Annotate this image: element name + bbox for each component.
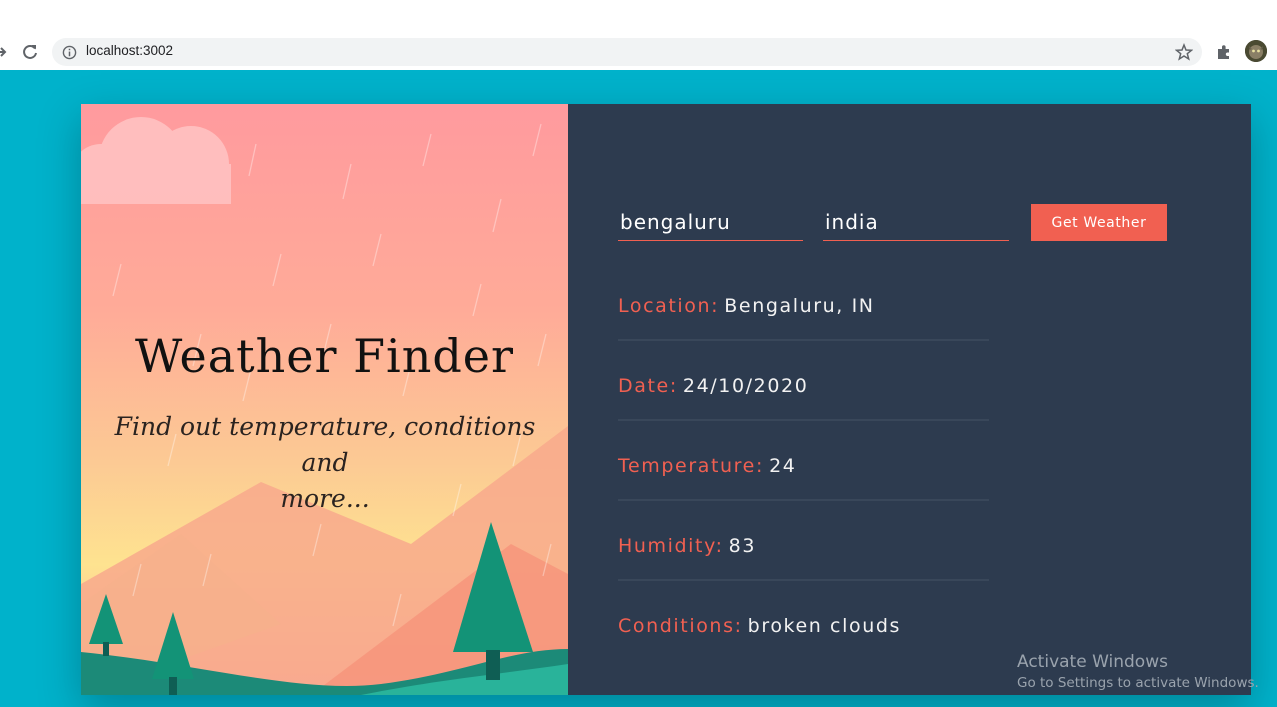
result-label: Location:	[618, 295, 720, 317]
city-input[interactable]	[618, 206, 807, 238]
result-date: Date: 24/10/2020	[618, 369, 989, 421]
result-conditions: Conditions: broken clouds	[618, 609, 989, 659]
app-card: Weather Finder Find out temperature, con…	[81, 104, 1251, 695]
subtitle-line-1: Find out temperature, conditions and	[114, 412, 536, 477]
result-value: Bengaluru, IN	[724, 295, 875, 317]
result-label: Temperature:	[618, 455, 764, 477]
country-field[interactable]	[823, 206, 1013, 241]
url-text[interactable]: localhost:3002	[86, 43, 173, 58]
window-top-strip	[0, 0, 1277, 36]
extensions-icon[interactable]	[1215, 43, 1233, 61]
profile-avatar[interactable]	[1245, 40, 1267, 62]
watermark-subtitle: Go to Settings to activate Windows.	[1017, 675, 1259, 691]
result-temperature: Temperature: 24	[618, 449, 989, 501]
country-input[interactable]	[823, 206, 1013, 238]
page-viewport: Weather Finder Find out temperature, con…	[0, 70, 1277, 707]
result-value: 24/10/2020	[682, 375, 809, 397]
result-value: 83	[728, 535, 757, 557]
app-title: Weather Finder	[134, 329, 515, 383]
city-field[interactable]	[618, 206, 807, 241]
result-label: Conditions:	[618, 615, 743, 637]
info-icon[interactable]	[62, 45, 77, 60]
weather-panel: Get Weather Location: Bengaluru, IN Date…	[568, 104, 1251, 695]
result-location: Location: Bengaluru, IN	[618, 289, 989, 341]
result-humidity: Humidity: 83	[618, 529, 989, 581]
forward-icon[interactable]	[0, 44, 8, 60]
hero-panel: Weather Finder Find out temperature, con…	[81, 104, 568, 695]
result-value: broken clouds	[747, 615, 901, 637]
result-label: Date:	[618, 375, 678, 397]
subtitle-line-2: more...	[280, 484, 370, 513]
watermark-title: Activate Windows	[1017, 652, 1168, 672]
address-bar[interactable]	[52, 38, 1202, 66]
get-weather-button[interactable]: Get Weather	[1031, 204, 1167, 241]
hero-illustration	[81, 117, 568, 695]
app-subtitle: Find out temperature, conditions and mor…	[95, 409, 555, 517]
reload-icon[interactable]	[21, 43, 39, 61]
star-icon[interactable]	[1175, 43, 1193, 61]
activate-windows-watermark: Activate Windows Go to Settings to activ…	[1017, 652, 1259, 691]
result-value: 24	[769, 455, 797, 477]
result-label: Humidity:	[618, 535, 724, 557]
